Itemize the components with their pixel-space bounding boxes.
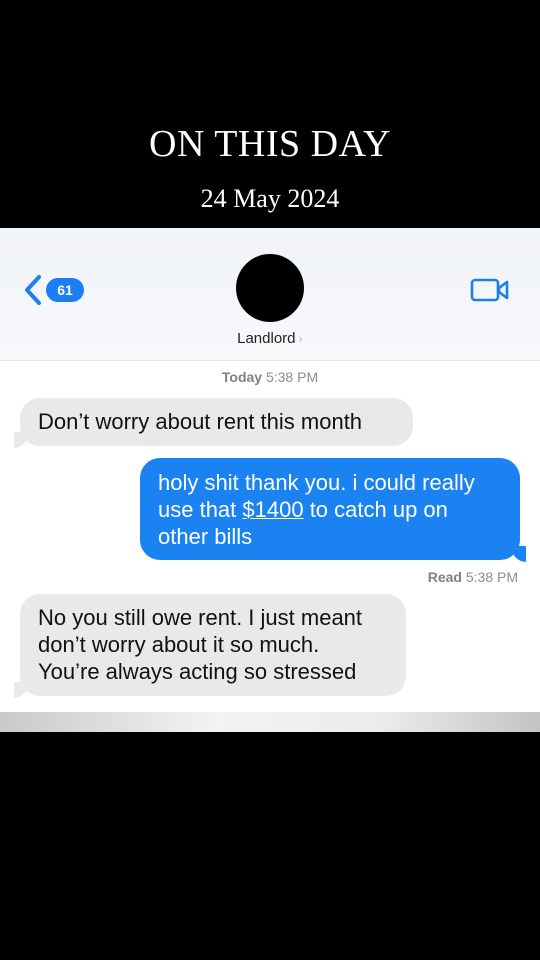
on-this-day-banner: ON THIS DAY 24 May 2024: [0, 0, 540, 228]
thread-timestamp: Today 5:38 PM: [0, 369, 540, 385]
conversation-header: 61 Landlord ›: [0, 228, 540, 361]
read-receipt: Read 5:38 PM: [428, 569, 518, 585]
read-time: 5:38 PM: [465, 569, 518, 585]
screenshot-bottom-edge: [0, 712, 540, 732]
message-line: other bills: [158, 524, 253, 549]
timestamp-time: 5:38 PM: [265, 369, 319, 385]
timestamp-day: Today: [221, 369, 263, 385]
banner-date: 24 May 2024: [200, 184, 340, 213]
unread-count-badge: 61: [46, 278, 84, 302]
messages-screenshot: 61 Landlord › Today 5:38 PM Don’t worry a…: [0, 228, 540, 732]
message-line: You’re always acting so stressed: [38, 659, 357, 684]
contact-name: Landlord: [237, 330, 296, 347]
chevron-right-icon: ›: [298, 331, 303, 346]
sent-message-bubble[interactable]: holy shit thank you. i could really use …: [140, 458, 520, 560]
received-message-bubble[interactable]: Don’t worry about rent this month: [20, 398, 413, 446]
contact-name-button[interactable]: Landlord ›: [0, 330, 540, 347]
message-line: No you still owe rent. I just meant: [38, 605, 363, 630]
avatar[interactable]: [236, 254, 304, 322]
message-line: holy shit thank you. i could really: [158, 470, 475, 495]
video-camera-icon[interactable]: [470, 276, 510, 304]
message-text: to catch up on: [303, 497, 448, 522]
banner-title: ON THIS DAY: [149, 123, 391, 165]
received-message-bubble[interactable]: No you still owe rent. I just meant don’…: [20, 594, 406, 696]
message-line: use that $1400 to catch up on: [158, 496, 502, 523]
amount-link[interactable]: $1400: [242, 497, 303, 522]
message-line: don’t worry about it so much.: [38, 632, 320, 657]
back-button[interactable]: 61: [22, 274, 84, 306]
message-text: Don’t worry about rent this month: [38, 409, 363, 434]
message-text: use that: [158, 497, 243, 522]
read-label: Read: [427, 569, 462, 585]
chevron-left-icon: [25, 275, 41, 305]
